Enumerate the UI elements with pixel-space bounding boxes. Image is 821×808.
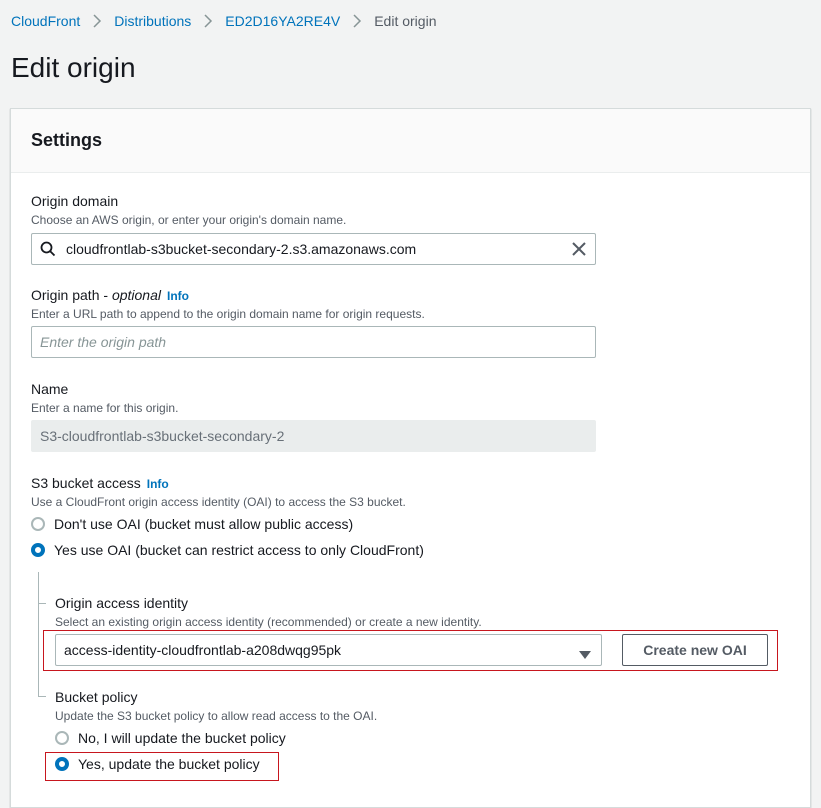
- radio-no-update-policy-label: No, I will update the bucket policy: [78, 730, 286, 746]
- caret-down-icon: [579, 646, 591, 659]
- page-title: Edit origin: [11, 52, 136, 83]
- search-icon: [40, 241, 56, 257]
- origin-path-label-text: Origin path -: [31, 287, 112, 303]
- origin-domain-description: Choose an AWS origin, or enter your orig…: [31, 213, 347, 227]
- bucket-policy-label: Bucket policy: [55, 689, 138, 705]
- origin-path-description: Enter a URL path to append to the origin…: [31, 307, 425, 321]
- origin-access-identity-select[interactable]: access-identity-cloudfrontlab-a208dwqg95…: [55, 634, 602, 666]
- radio-dont-use-oai[interactable]: Don't use OAI (bucket must allow public …: [31, 516, 353, 532]
- breadcrumb-distributions[interactable]: Distributions: [114, 13, 191, 29]
- radio-button-selected[interactable]: [31, 543, 45, 557]
- radio-button[interactable]: [31, 517, 45, 531]
- origin-path-label: Origin path - optional Info: [31, 287, 189, 303]
- settings-header: Settings: [11, 109, 810, 173]
- origin-path-info-link[interactable]: Info: [167, 289, 189, 303]
- tree-connector-branch: [38, 696, 46, 697]
- radio-yes-update-policy[interactable]: Yes, update the bucket policy: [55, 756, 260, 772]
- radio-no-update-policy[interactable]: No, I will update the bucket policy: [55, 730, 286, 746]
- tree-connector-branch: [38, 603, 46, 604]
- chevron-right-icon: [92, 14, 102, 28]
- origin-domain-label: Origin domain: [31, 193, 119, 209]
- radio-button-selected[interactable]: [55, 757, 69, 771]
- origin-access-identity-label: Origin access identity: [55, 595, 189, 611]
- clear-icon[interactable]: [571, 241, 587, 257]
- name-description: Enter a name for this origin.: [31, 401, 179, 415]
- breadcrumb: CloudFront Distributions ED2D16YA2RE4V E…: [11, 11, 436, 31]
- s3-bucket-access-label: S3 bucket access Info: [31, 475, 169, 491]
- breadcrumb-current: Edit origin: [374, 13, 437, 29]
- chevron-right-icon: [203, 14, 213, 28]
- origin-domain-input[interactable]: cloudfrontlab-s3bucket-secondary-2.s3.am…: [31, 233, 596, 265]
- radio-yes-use-oai[interactable]: Yes use OAI (bucket can restrict access …: [31, 542, 424, 558]
- radio-dont-use-oai-label: Don't use OAI (bucket must allow public …: [54, 516, 354, 532]
- tree-connector: [38, 572, 39, 696]
- breadcrumb-distribution-id[interactable]: ED2D16YA2RE4V: [225, 13, 340, 29]
- origin-path-placeholder: Enter the origin path: [40, 334, 167, 350]
- breadcrumb-cloudfront[interactable]: CloudFront: [11, 13, 80, 29]
- settings-panel: Settings Origin domain Choose an AWS ori…: [10, 108, 811, 808]
- create-new-oai-button[interactable]: Create new OAI: [622, 634, 768, 666]
- s3-bucket-access-info-link[interactable]: Info: [147, 477, 169, 491]
- origin-access-identity-selected: access-identity-cloudfrontlab-a208dwqg95…: [64, 642, 342, 658]
- bucket-policy-description: Update the S3 bucket policy to allow rea…: [55, 709, 378, 723]
- radio-yes-use-oai-label: Yes use OAI (bucket can restrict access …: [54, 542, 424, 558]
- origin-domain-value: cloudfrontlab-s3bucket-secondary-2.s3.am…: [66, 241, 417, 257]
- s3-bucket-access-label-text: S3 bucket access: [31, 475, 141, 491]
- origin-path-input[interactable]: Enter the origin path: [31, 326, 596, 358]
- chevron-right-icon: [352, 14, 362, 28]
- origin-path-optional: optional: [111, 287, 161, 303]
- settings-heading: Settings: [31, 130, 103, 150]
- name-value: S3-cloudfrontlab-s3bucket-secondary-2: [40, 428, 285, 444]
- radio-button[interactable]: [55, 731, 69, 745]
- s3-bucket-access-description: Use a CloudFront origin access identity …: [31, 495, 406, 509]
- name-input: S3-cloudfrontlab-s3bucket-secondary-2: [31, 420, 596, 452]
- origin-access-identity-description: Select an existing origin access identit…: [55, 615, 482, 629]
- name-label: Name: [31, 381, 69, 397]
- radio-yes-update-policy-label: Yes, update the bucket policy: [78, 756, 260, 772]
